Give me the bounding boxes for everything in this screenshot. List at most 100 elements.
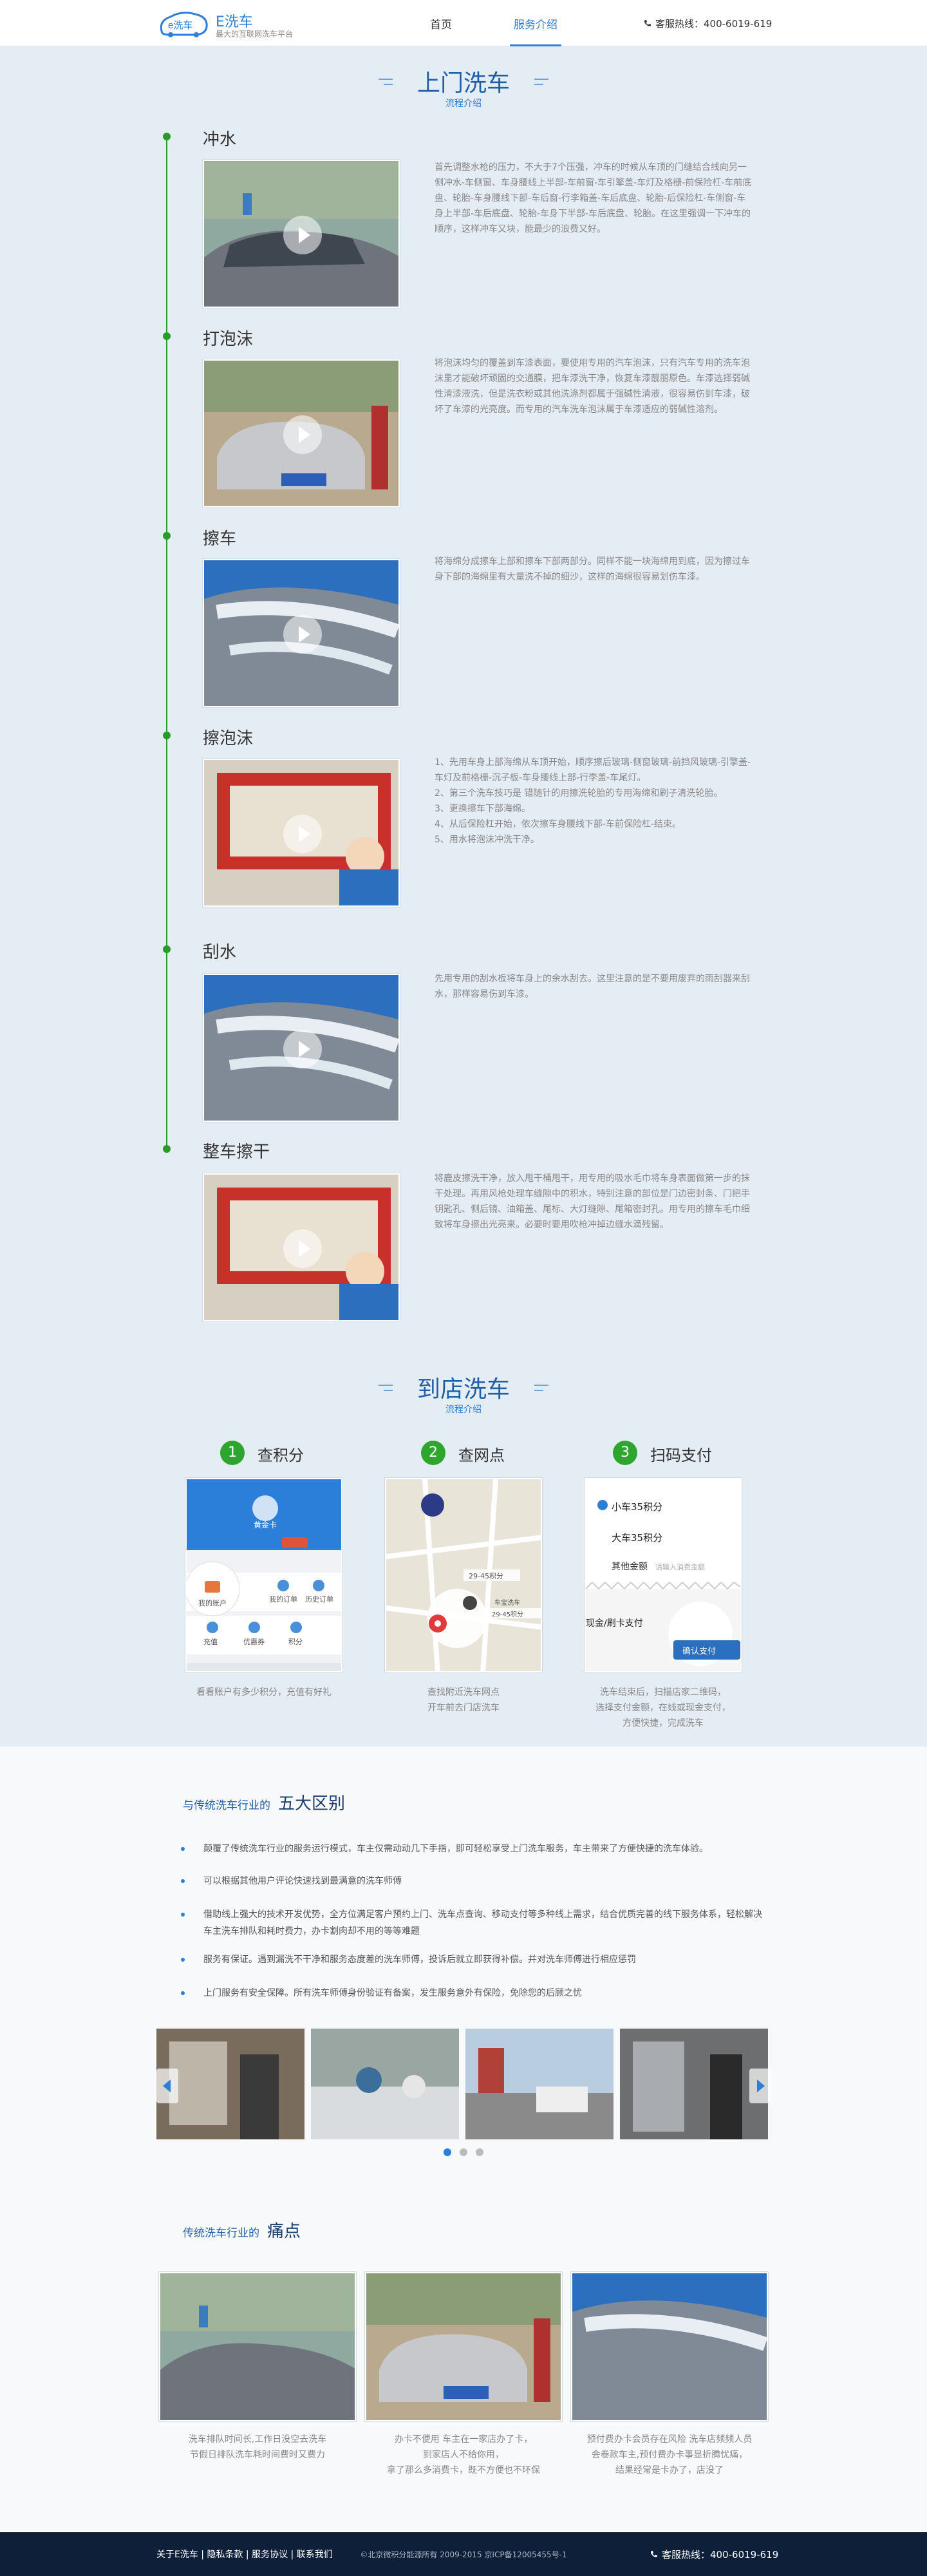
- svg-text:e洗车: e洗车: [168, 20, 192, 31]
- svg-text:大车35积分: 大车35积分: [612, 1532, 662, 1544]
- store-title: 到店洗车: [417, 1376, 510, 1403]
- pain-photo-image: [366, 2273, 561, 2420]
- carousel-dot[interactable]: [476, 2148, 483, 2156]
- card-caption: 查找附近洗车网点 开车前去门店洗车: [427, 1687, 500, 1713]
- step-description: 将泡沫均匀的覆盖到车漆表面，要使用专用的汽车泡沫，只有汽车专用的洗车泡沫里才能破…: [435, 358, 750, 415]
- svg-text:小车35积分: 小车35积分: [612, 1501, 662, 1513]
- svg-text:充值: 充值: [203, 1637, 218, 1646]
- map-screenshot-image: 29-45积分 29-45积分 车宝洗车: [386, 1479, 541, 1671]
- step-title: 擦泡沫: [203, 729, 254, 748]
- phone-icon: [644, 20, 651, 26]
- carousel-prev-button[interactable]: [156, 2069, 178, 2103]
- step-description: 1、先用车身上部海绵从车顶开始，顺序擦后玻璃-侧窗玻璃-前挡风玻璃-引擎盖-车灯…: [435, 757, 751, 845]
- footer-copyright: ©北京微积分能源所有 2009-2015 京ICP备12005455号-1: [360, 2550, 567, 2559]
- svg-text:黄金卡: 黄金卡: [254, 1520, 277, 1530]
- pain-heading-big: 痛点: [267, 2222, 301, 2241]
- svg-text:现金/刷卡支付: 现金/刷卡支付: [586, 1618, 643, 1629]
- svg-text:29-45积分: 29-45积分: [492, 1611, 523, 1618]
- play-icon[interactable]: [283, 216, 322, 254]
- diff-heading: 与传统洗车行业的 五大区别: [183, 1790, 345, 1814]
- chevron-right-icon: [757, 2079, 765, 2092]
- diff-item: 服务有保证。遇到漏洗不干净和服务态度差的洗车师傅，投诉后就立即获得补偿。并对洗车…: [181, 1951, 762, 1968]
- carousel-photo: [156, 2029, 304, 2139]
- carousel-photo: [465, 2029, 613, 2139]
- chevron-left-icon: [163, 2079, 171, 2092]
- app-screenshot: 黄金卡 我的账户 我的订单 历史订单 充值 优惠券 积分: [185, 1478, 342, 1672]
- play-icon[interactable]: [283, 815, 322, 853]
- pain-heading: 传统洗车行业的 痛点: [183, 2218, 301, 2242]
- diff-item-text: 颠覆了传统洗车行业的服务运行模式，车主仅需动动几下手指，即可轻松享受上门洗车服务…: [203, 1844, 708, 1854]
- diff-item-text: 借助线上强大的技术开发优势，全方位满足客户预约上门、洗车点查询、移动支付等多种线…: [203, 1909, 762, 1937]
- carousel-next-button[interactable]: [749, 2069, 771, 2103]
- step-number: 3: [613, 1441, 637, 1465]
- step-video[interactable]: [203, 1173, 400, 1321]
- timeline-line: [166, 138, 167, 1150]
- payment-screenshot-image: 小车35积分 大车35积分 其他金额 请输入消费金额 现金/刷卡支付 确认支付: [586, 1479, 740, 1671]
- svg-text:车宝洗车: 车宝洗车: [494, 1598, 520, 1607]
- step-title: 刮水: [203, 943, 237, 962]
- step-video[interactable]: [203, 974, 400, 1122]
- diff-item-text: 上门服务有安全保障。所有洗车师傅身份验证有备案，发生服务意外有保险，免除您的后顾…: [203, 1988, 582, 1998]
- step-video[interactable]: [203, 759, 400, 907]
- image-carousel[interactable]: [156, 2029, 771, 2139]
- footer-hotline-text: 客服热线：400-6019-619: [662, 2549, 779, 2561]
- door-subtitle: 流程介绍: [445, 99, 482, 109]
- timeline-dot: [163, 532, 171, 540]
- step-video[interactable]: [203, 359, 400, 507]
- step-description: 将鹿皮擦洗干净，放入甩干桶甩干，用专用的吸水毛巾将车身表面做第一步的抹干处理。再…: [435, 1173, 750, 1230]
- card-caption: 洗车结束后，扫描店家二维码， 选择支付金额，在线或现金支付， 方便快捷，完成洗车: [595, 1687, 731, 1728]
- site-header: e洗车 E洗车 最大的互联网洗车平台 首页 服务介绍 客服热线：400-6019…: [0, 0, 927, 46]
- step-video[interactable]: [203, 559, 400, 707]
- card-title: 查网点: [458, 1446, 505, 1464]
- svg-text:积分: 积分: [288, 1638, 303, 1646]
- site-footer: 关于E洗车 | 隐私条款 | 服务协议 | 联系我们 ©北京微积分能源所有 20…: [0, 2532, 927, 2576]
- logo-icon: e洗车: [160, 12, 208, 37]
- logo-subtitle: 最大的互联网洗车平台: [216, 30, 294, 39]
- play-icon[interactable]: [283, 615, 322, 654]
- svg-text:历史订单: 历史订单: [305, 1595, 333, 1604]
- pain-caption: 洗车排队时间长,工作日没空去洗车 节假日排队洗车耗时间费时又费力: [188, 2434, 327, 2460]
- logo[interactable]: e洗车 E洗车 最大的互联网洗车平台: [156, 6, 311, 40]
- carousel-dot[interactable]: [444, 2148, 451, 2156]
- svg-text:我的账户: 我的账户: [198, 1598, 227, 1607]
- payment-screenshot: 小车35积分 大车35积分 其他金额 请输入消费金额 现金/刷卡支付 确认支付: [585, 1478, 742, 1672]
- header-hotline-text: 客服热线：400-6019-619: [655, 18, 772, 30]
- step-number: 1: [220, 1441, 245, 1465]
- step-description: 先用专用的刮水板将车身上的余水刮去。这里注意的是不要用废弃的雨刮器来刮水，那样容…: [435, 974, 750, 999]
- footer-hotline: 客服热线：400-6019-619: [650, 2548, 778, 2561]
- pain-photo: [571, 2272, 768, 2421]
- step-video[interactable]: [203, 160, 400, 308]
- diff-item-text: 服务有保证。遇到漏洗不干净和服务态度差的洗车师傅，投诉后就立即获得补偿。并对洗车…: [203, 1955, 636, 1965]
- pain-caption: 办卡不便用 车主在一家店办了卡， 到家店人不给你用， 拿了那么多消费卡，既不方便…: [387, 2434, 540, 2476]
- play-icon[interactable]: [283, 415, 322, 454]
- pain-caption: 预付费办卡会员存在风险 洗车店频频人员 会卷款车主,预付费办卡事显折腾忧痛， 结…: [586, 2434, 753, 2476]
- diff-item-text: 可以根据其他用户评论快速找到最满意的洗车师傅: [203, 1876, 402, 1886]
- diff-heading-small: 与传统洗车行业的: [183, 1799, 270, 1812]
- card-title: 扫码支付: [650, 1446, 712, 1464]
- play-icon[interactable]: [283, 1030, 322, 1068]
- card-title: 查积分: [258, 1446, 304, 1464]
- diff-item: 借助线上强大的技术开发优势，全方位满足客户预约上门、洗车点查询、移动支付等多种线…: [181, 1906, 762, 1940]
- diff-item: 上门服务有安全保障。所有洗车师傅身份验证有备案，发生服务意外有保险，免除您的后顾…: [181, 1985, 762, 2002]
- timeline-dot: [163, 1145, 171, 1153]
- play-icon[interactable]: [283, 1229, 322, 1268]
- svg-text:其他金额: 其他金额: [612, 1562, 648, 1572]
- pain-heading-small: 传统洗车行业的: [183, 2227, 259, 2240]
- phone-icon: [651, 2551, 657, 2557]
- step-title: 打泡沫: [203, 330, 254, 349]
- door-title: 上门洗车: [417, 70, 510, 97]
- step-description: 将海绵分成擦车上部和擦车下部两部分。同样不能一块海绵用到底，因为擦过车身下部的海…: [435, 556, 750, 582]
- diff-heading-big: 五大区别: [278, 1794, 346, 1814]
- carousel-dot[interactable]: [460, 2148, 467, 2156]
- timeline-dot: [163, 945, 171, 953]
- nav-home[interactable]: 首页: [430, 15, 452, 32]
- svg-text:优惠券: 优惠券: [243, 1637, 265, 1646]
- diff-item: 可以根据其他用户评论快速找到最满意的洗车师傅: [181, 1873, 762, 1889]
- card-caption: 看看账户有多少积分，充值有好礼: [196, 1687, 332, 1698]
- nav-service[interactable]: 服务介绍: [510, 15, 561, 46]
- timeline-dot: [163, 133, 171, 140]
- header-hotline: 客服热线：400-6019-619: [644, 17, 772, 30]
- carousel-photo: [620, 2029, 768, 2139]
- svg-text:请输入消费金额: 请输入消费金额: [655, 1562, 705, 1571]
- app-screenshot-image: 黄金卡 我的账户 我的订单 历史订单 充值 优惠券 积分: [187, 1479, 341, 1671]
